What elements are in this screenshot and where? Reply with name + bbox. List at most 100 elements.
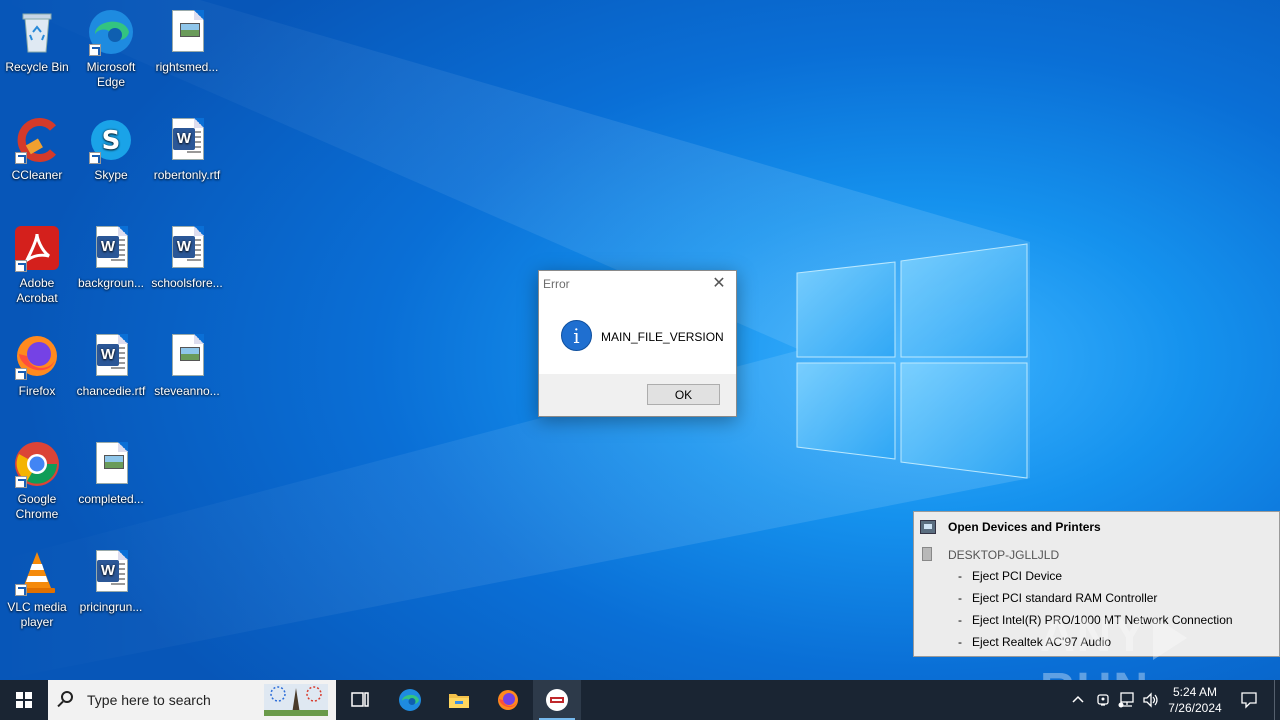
ccleaner-icon — [13, 116, 61, 164]
show-desktop-button[interactable] — [1274, 680, 1280, 720]
desktop-icon-chrome[interactable]: Google Chrome — [0, 440, 74, 522]
task-view-button[interactable] — [336, 680, 384, 720]
taskbar-file-explorer[interactable] — [435, 680, 483, 720]
system-tray — [1066, 680, 1160, 720]
app-icon — [546, 689, 568, 711]
desktop-icon-edge[interactable]: Microsoft Edge — [74, 8, 148, 90]
taskbar: Type here to search 5:24 AM 7/26/2024 — [0, 680, 1280, 720]
eject-item[interactable]: - Eject Intel(R) PRO/1000 MT Network Conn… — [958, 613, 1233, 635]
taskbar-active-app[interactable] — [533, 680, 581, 720]
start-button[interactable] — [0, 680, 48, 720]
desktop-icon-schoolsfore[interactable]: W schoolsfore... — [150, 224, 224, 291]
desktop-icon-label: Microsoft Edge — [86, 60, 136, 89]
desktop-icon-chancedie[interactable]: W chancedie.rtf — [74, 332, 148, 399]
shortcut-arrow-icon — [89, 44, 101, 56]
eject-item-label: Eject Realtek AC'97 Audio — [972, 635, 1112, 649]
devices-printers-icon — [920, 520, 936, 534]
network-icon[interactable] — [1118, 692, 1136, 708]
svg-text:S: S — [102, 126, 121, 156]
eject-item[interactable]: - Eject Realtek AC'97 Audio — [958, 635, 1233, 657]
eject-devices-popup: Open Devices and Printers DESKTOP-JGLLJL… — [913, 511, 1280, 657]
eject-item-label: Eject PCI Device — [972, 569, 1063, 583]
desktop-icon-firefox[interactable]: Firefox — [0, 332, 74, 399]
close-icon[interactable]: ✕ — [708, 275, 730, 293]
desktop-icon-label: completed... — [78, 492, 144, 506]
eject-item-label: Eject PCI standard RAM Controller — [972, 591, 1158, 605]
error-dialog: Error ✕ i MAIN_FILE_VERSION OK — [538, 270, 737, 417]
search-icon — [61, 691, 73, 703]
word-doc-icon: W — [163, 116, 211, 164]
computer-icon — [922, 547, 932, 561]
desktop-icon-label: backgroun... — [77, 276, 145, 290]
windows-logo-icon — [16, 692, 32, 708]
search-box[interactable]: Type here to search — [48, 680, 336, 720]
notification-icon — [1241, 692, 1257, 709]
desktop-icon-acrobat[interactable]: Adobe Acrobat — [0, 224, 74, 306]
desktop-icon-label: chancedie.rtf — [76, 384, 146, 398]
desktop-icon-label: rightsmed... — [155, 60, 219, 74]
skype-icon: S — [87, 116, 135, 164]
clock[interactable]: 5:24 AM 7/26/2024 — [1160, 684, 1230, 716]
dialog-title: Error — [543, 277, 570, 291]
open-devices-and-printers-link[interactable]: Open Devices and Printers — [914, 516, 1279, 538]
desktop-icon-background[interactable]: W backgroun... — [74, 224, 148, 291]
eject-item-label: Eject Intel(R) PRO/1000 MT Network Conne… — [972, 613, 1233, 627]
desktop-icon-label: pricingrun... — [79, 600, 143, 614]
search-placeholder: Type here to search — [87, 692, 211, 708]
image-file-icon — [163, 8, 211, 56]
firefox-icon — [13, 332, 61, 380]
edge-icon — [87, 8, 135, 56]
shortcut-arrow-icon — [15, 260, 27, 272]
word-doc-icon: W — [163, 224, 211, 272]
image-file-icon — [87, 440, 135, 488]
image-file-icon — [163, 332, 211, 380]
recycle-bin-icon — [13, 8, 61, 56]
taskbar-edge[interactable] — [386, 680, 434, 720]
desktop-icon-robertonly[interactable]: W robertonly.rtf — [150, 116, 224, 183]
desktop-icon-label: steveanno... — [154, 384, 220, 398]
desktop-icon-label: Firefox — [18, 384, 56, 398]
host-name: DESKTOP-JGLLJLD — [948, 548, 1060, 562]
ok-button[interactable]: OK — [647, 384, 720, 405]
desktop-icon-skype[interactable]: S Skype — [74, 116, 148, 183]
shortcut-arrow-icon — [15, 152, 27, 164]
word-doc-icon: W — [87, 224, 135, 272]
edge-icon — [399, 689, 421, 711]
desktop-icon-completed[interactable]: completed... — [74, 440, 148, 507]
desktop-icon-vlc[interactable]: VLC media player — [0, 548, 74, 630]
show-hidden-icons-chevron-icon[interactable] — [1072, 694, 1084, 706]
desktop-icon-pricingrun[interactable]: W pricingrun... — [74, 548, 148, 615]
vlc-icon — [13, 548, 61, 596]
word-doc-icon: W — [87, 548, 135, 596]
desktop-icon-ccleaner[interactable]: CCleaner — [0, 116, 74, 183]
desktop-icon-label: Google Chrome — [15, 492, 59, 521]
shortcut-arrow-icon — [15, 368, 27, 380]
dialog-message: MAIN_FILE_VERSION — [601, 330, 724, 344]
firefox-icon — [498, 690, 518, 710]
chrome-icon — [13, 440, 61, 488]
action-center-button[interactable] — [1234, 680, 1264, 720]
eject-device-icon[interactable] — [1096, 692, 1110, 708]
popup-header: Open Devices and Printers — [948, 520, 1101, 534]
eject-item[interactable]: - Eject PCI standard RAM Controller — [958, 591, 1233, 613]
desktop-icon-label: CCleaner — [11, 168, 63, 182]
volume-icon[interactable] — [1142, 692, 1160, 708]
clock-time: 5:24 AM — [1172, 685, 1218, 699]
taskbar-firefox[interactable] — [484, 680, 532, 720]
task-view-icon — [351, 692, 369, 707]
desktop-icon-label: schoolsfore... — [151, 276, 223, 290]
desktop-icon-label: robertonly.rtf — [153, 168, 221, 182]
search-highlight-icon — [264, 684, 328, 716]
word-doc-icon: W — [87, 332, 135, 380]
shortcut-arrow-icon — [89, 152, 101, 164]
dialog-footer: OK — [539, 374, 736, 416]
eject-list: - Eject PCI Device - Eject PCI standard RA… — [958, 569, 1233, 657]
info-icon: i — [561, 320, 592, 351]
desktop-icon-steveanno[interactable]: steveanno... — [150, 332, 224, 399]
desktop-icon-rightsmed[interactable]: rightsmed... — [150, 8, 224, 75]
desktop-icon-label: Adobe Acrobat — [16, 276, 58, 305]
acrobat-icon — [13, 224, 61, 272]
desktop-icon-label: VLC media player — [7, 600, 67, 629]
eject-item[interactable]: - Eject PCI Device — [958, 569, 1233, 591]
desktop-icon-recycle-bin[interactable]: Recycle Bin — [0, 8, 74, 75]
